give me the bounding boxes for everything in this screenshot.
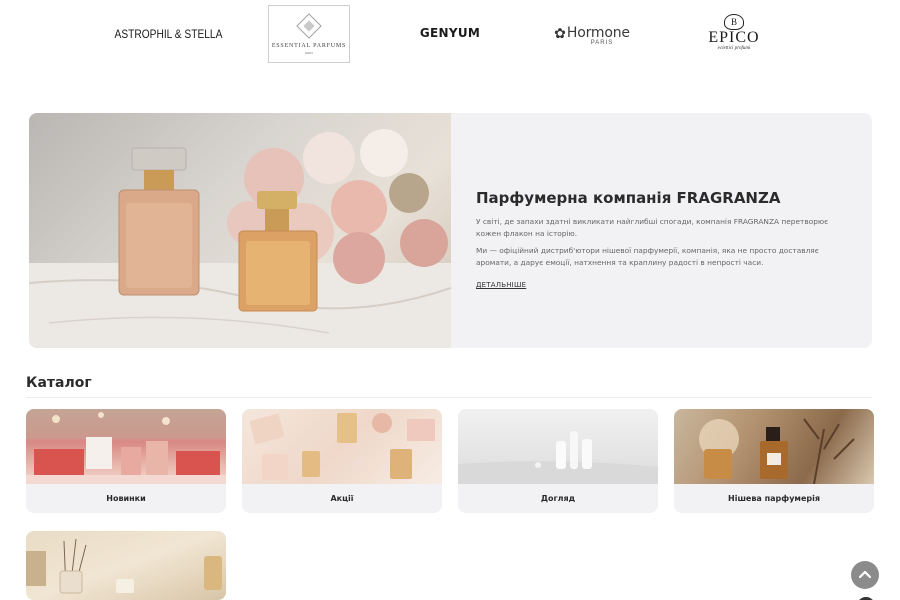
hero-paragraph-2: Ми — офіційний дистриб'ютори нішевої пар…: [476, 246, 819, 267]
hero-title: Парфумерна компанія FRAGRANZA: [476, 189, 781, 207]
brand-logo-hormone-paris[interactable]: ✿ Hormone PARIS: [553, 18, 631, 52]
brand-subtitle: PARIS: [590, 39, 614, 46]
perfume-bottles-illustration: [29, 129, 451, 348]
perfume-flatlay-illustration: [249, 413, 435, 480]
brand-name: ESSENTIAL PARFUMS: [271, 43, 347, 49]
brand-subtitle: eclettici profumi: [717, 45, 751, 51]
hero-text-block: Парфумерна компанія FRAGRANZA У світі, д…: [451, 113, 872, 348]
hero-banner: Парфумерна компанія FRAGRANZA У світі, д…: [29, 113, 872, 348]
brand-logo-epico[interactable]: B EPICO eclettici profumi: [702, 10, 766, 54]
catalog-card-label: Догляд: [540, 494, 576, 503]
catalog-card-image: [458, 409, 658, 484]
brand-name: Hormone: [566, 24, 630, 41]
brand-logos-strip: ASTROPHIL & STELLA ESSENTIAL PARFUMS PAR…: [0, 0, 900, 70]
brand-name: GENYUM: [419, 26, 481, 40]
gift-boxes-illustration: [26, 409, 226, 484]
hero-paragraph-1: У світі, де запахи здатні викликати найг…: [476, 217, 829, 238]
home-fragrance-illustration: [26, 538, 222, 594]
catalog-card-home[interactable]: [26, 531, 226, 600]
brand-logo-essential-parfums[interactable]: ESSENTIAL PARFUMS PARIS: [268, 5, 350, 63]
catalog-card-sale[interactable]: Акції: [242, 409, 442, 513]
catalog-card-image: [242, 409, 442, 484]
diamond-emblem-icon: [296, 13, 322, 39]
details-link[interactable]: ДЕТАЛЬНІШЕ: [476, 281, 526, 289]
hero-perfume-image: [29, 113, 451, 348]
scroll-to-top-button[interactable]: [851, 561, 879, 589]
catalog-card-image: [26, 531, 226, 600]
flower-emblem-icon: ✿: [554, 24, 566, 41]
catalog-card-new[interactable]: Новинки: [26, 409, 226, 513]
brand-subtitle: PARIS: [304, 51, 314, 55]
catalog-card-label: Новинки: [106, 494, 146, 503]
catalog-card-image: [674, 409, 874, 484]
brand-row: ✿ Hormone: [554, 25, 630, 41]
brand-name: EPICO: [708, 28, 760, 46]
catalog-title: Каталог: [26, 375, 92, 391]
brand-logo-astrophil-stella[interactable]: ASTROPHIL & STELLA: [114, 20, 222, 48]
chevron-up-icon: [858, 570, 872, 579]
cosmetic-bottles-illustration: [458, 431, 658, 484]
catalog-divider: [26, 397, 872, 398]
niche-perfume-illustration: [699, 418, 855, 484]
crest-emblem-icon: B: [724, 13, 744, 30]
catalog-card-label: Акції: [330, 494, 354, 503]
catalog-card-label: Нішева парфумерія: [728, 494, 820, 503]
catalog-card-care[interactable]: Догляд: [458, 409, 658, 513]
brand-logo-genyum[interactable]: GENYUM: [420, 22, 480, 44]
brand-name: ASTROPHIL & STELLA: [114, 27, 222, 41]
catalog-card-image: [26, 409, 226, 484]
catalog-card-niche[interactable]: Нішева парфумерія: [674, 409, 874, 513]
